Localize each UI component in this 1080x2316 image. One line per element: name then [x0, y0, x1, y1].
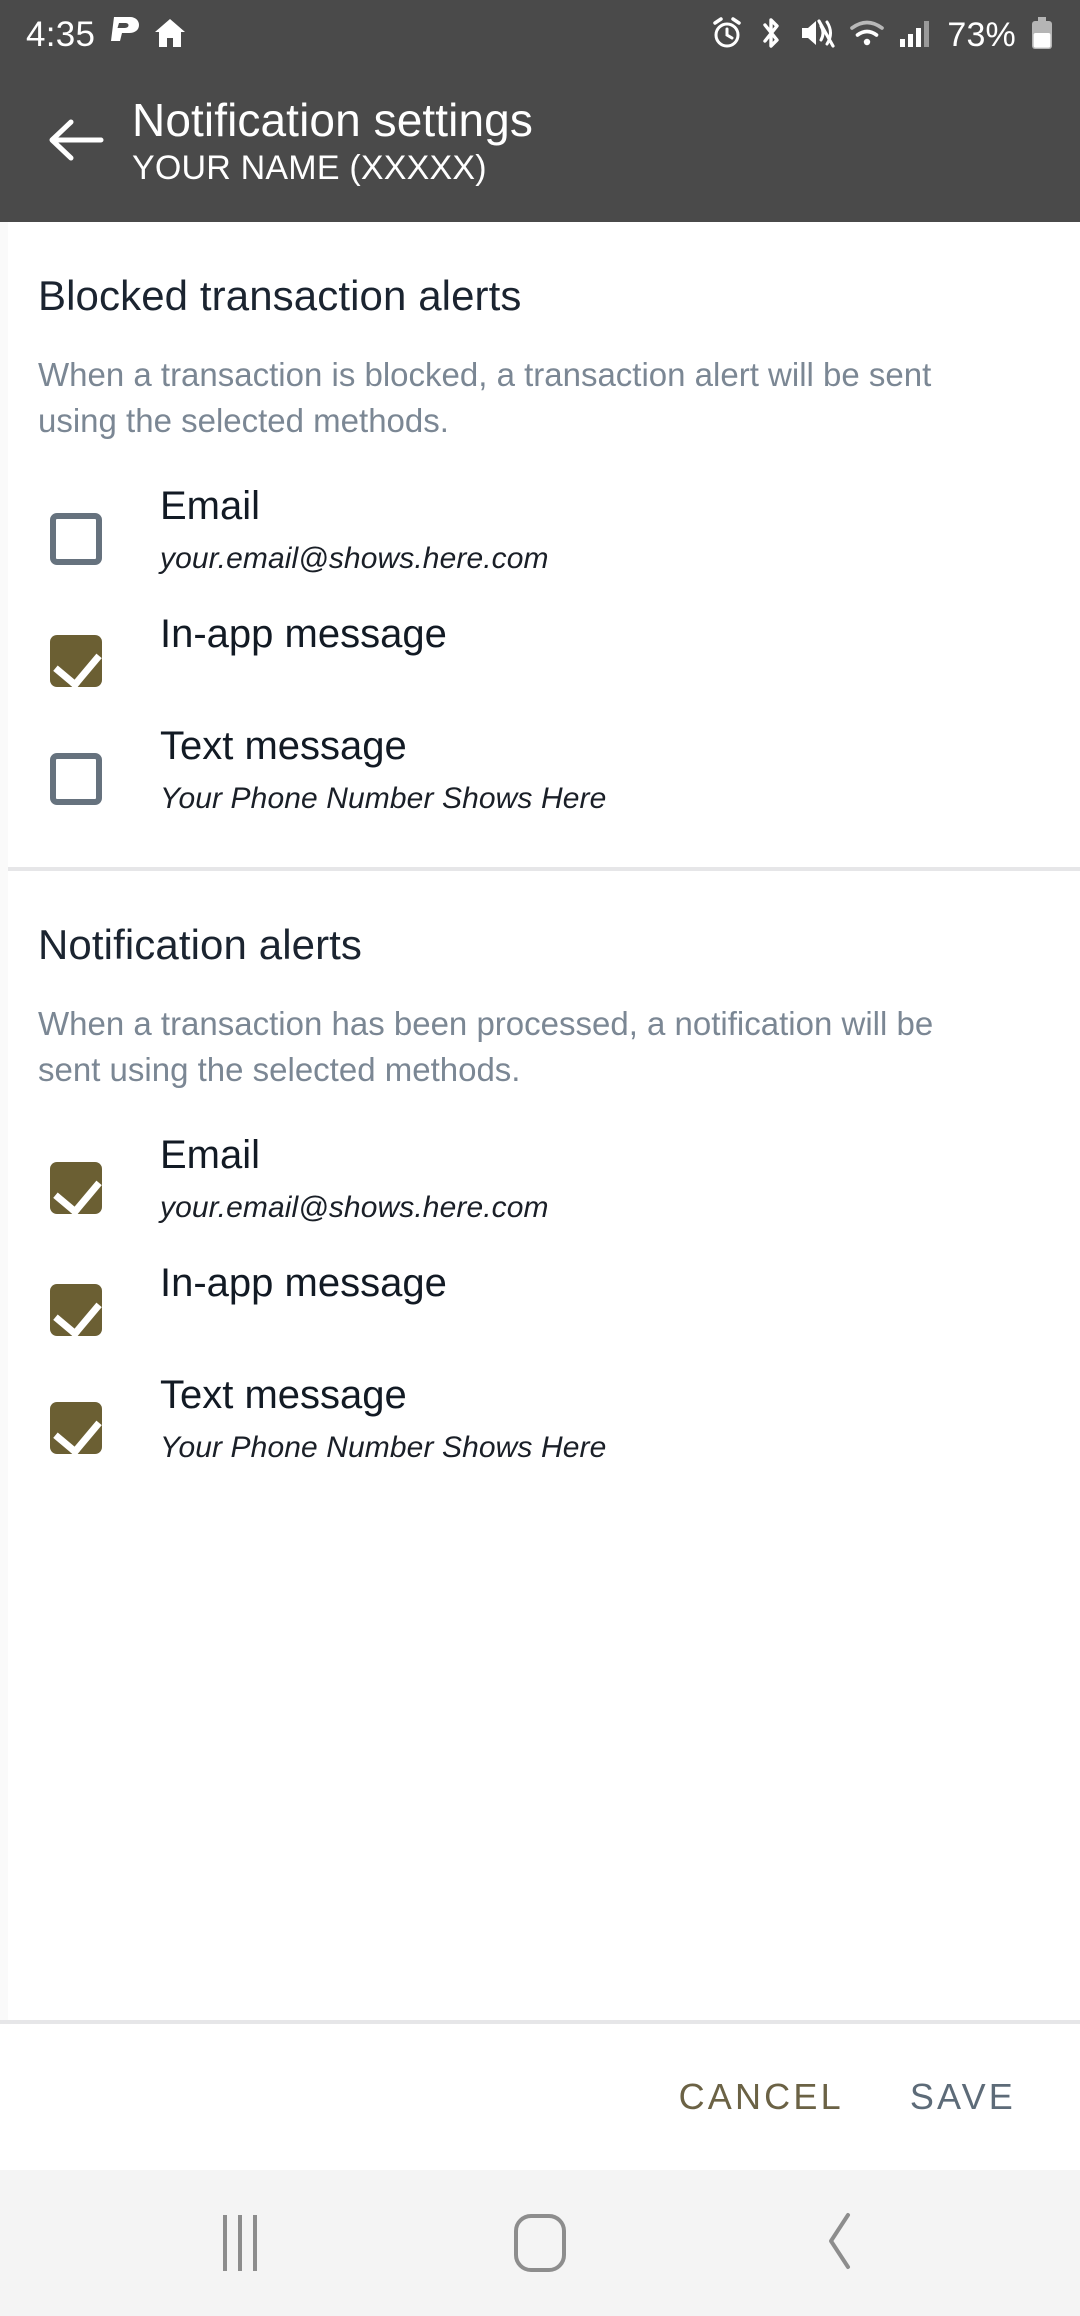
left-edge-strip — [0, 222, 8, 2020]
option-text: In-app message — [160, 611, 447, 658]
section-description: When a transaction has been processed, a… — [38, 1005, 934, 1088]
section-title: Blocked transaction alerts — [38, 272, 522, 319]
option-row-email[interactable]: Email your.email@shows.here.com — [38, 465, 1042, 593]
checkbox-email[interactable] — [50, 1162, 102, 1215]
back-nav-button[interactable] — [780, 2188, 900, 2298]
section-notification-alerts: Notification alerts When a transaction h… — [0, 871, 1080, 1482]
option-row-text-message[interactable]: Text message Your Phone Number Shows Her… — [38, 1354, 1042, 1482]
bluetooth-icon — [757, 16, 785, 55]
back-button[interactable] — [34, 100, 118, 184]
phone-screen: 4:35 73% Notification settings YOUR NAME… — [0, 0, 1080, 2316]
option-row-text-message[interactable]: Text message Your Phone Number Shows Her… — [38, 705, 1042, 833]
checkbox-text-message[interactable] — [50, 753, 102, 806]
home-icon — [153, 16, 187, 55]
option-row-email[interactable]: Email your.email@shows.here.com — [38, 1114, 1042, 1242]
status-bar-right: 73% — [711, 16, 1054, 55]
battery-icon — [1030, 16, 1054, 55]
option-sublabel: Your Phone Number Shows Here — [160, 1431, 607, 1465]
section-title: Notification alerts — [38, 921, 363, 969]
battery-percent: 73% — [947, 15, 1016, 54]
option-label: In-app message — [160, 612, 447, 657]
option-label: Email — [160, 484, 261, 529]
system-nav-bar — [0, 2170, 1080, 2316]
option-label: Text message — [160, 1373, 407, 1418]
option-list: Email your.email@shows.here.com In-app m… — [38, 1092, 1042, 1482]
option-text: Text message Your Phone Number Shows Her… — [160, 723, 606, 818]
save-button[interactable]: SAVE — [910, 2076, 1016, 2118]
cancel-button[interactable]: CANCEL — [679, 2076, 844, 2118]
home-button[interactable] — [480, 2188, 600, 2298]
checkbox-email[interactable] — [50, 513, 102, 566]
option-text: Email your.email@shows.here.com — [160, 1132, 549, 1227]
option-sublabel: your.email@shows.here.com — [160, 1191, 549, 1225]
option-text: Email your.email@shows.here.com — [160, 483, 549, 578]
option-label: Text message — [160, 724, 407, 769]
section-description: When a transaction is blocked, a transac… — [38, 356, 932, 439]
page-subtitle: YOUR NAME (XXXXX) — [132, 149, 487, 188]
page-title: Notification settings — [132, 93, 533, 146]
checkbox-text-message[interactable] — [50, 1402, 102, 1455]
home-button-icon — [514, 2214, 566, 2272]
option-label: Email — [160, 1133, 261, 1178]
app-bar: Notification settings YOUR NAME (XXXXX) — [0, 70, 1080, 222]
alarm-icon — [711, 16, 743, 54]
action-bar: CANCEL SAVE — [0, 2020, 1080, 2170]
vibrate-mute-icon — [799, 17, 835, 54]
back-chevron-icon — [822, 2211, 858, 2276]
recents-button[interactable] — [180, 2188, 300, 2298]
section-blocked-transaction-alerts: Blocked transaction alerts When a transa… — [0, 222, 1080, 833]
option-text: In-app message — [160, 1260, 447, 1307]
checkbox-in-app-message[interactable] — [50, 635, 102, 688]
cellular-signal-icon — [899, 18, 933, 53]
status-time: 4:35 — [26, 15, 96, 54]
option-label: In-app message — [160, 1261, 447, 1306]
option-row-in-app-message[interactable]: In-app message — [38, 1242, 1042, 1354]
back-arrow-icon — [47, 117, 105, 168]
option-sublabel: your.email@shows.here.com — [160, 542, 549, 576]
option-sublabel: Your Phone Number Shows Here — [160, 782, 607, 816]
app-p-icon — [108, 15, 140, 56]
checkbox-in-app-message[interactable] — [50, 1284, 102, 1337]
option-list: Email your.email@shows.here.com In-app m… — [38, 443, 1042, 833]
status-bar: 4:35 73% — [0, 0, 1080, 70]
status-bar-left: 4:35 — [26, 15, 187, 56]
option-text: Text message Your Phone Number Shows Her… — [160, 1372, 606, 1467]
wifi-icon — [849, 19, 885, 52]
recents-icon — [223, 2215, 257, 2271]
app-bar-titles: Notification settings YOUR NAME (XXXXX) — [132, 93, 533, 189]
settings-content: Blocked transaction alerts When a transa… — [0, 222, 1080, 2020]
option-row-in-app-message[interactable]: In-app message — [38, 593, 1042, 705]
